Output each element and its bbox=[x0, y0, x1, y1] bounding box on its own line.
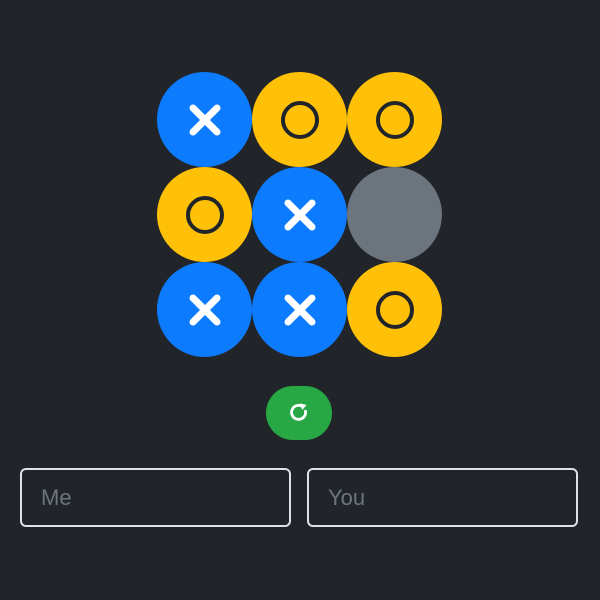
board-cell-x[interactable] bbox=[157, 262, 252, 357]
board-cell-x[interactable] bbox=[252, 262, 347, 357]
board-cell-x[interactable] bbox=[157, 72, 252, 167]
game-page bbox=[0, 0, 600, 600]
o-mark-icon bbox=[375, 290, 414, 329]
o-mark-icon bbox=[375, 100, 414, 139]
board-cell-o[interactable] bbox=[252, 72, 347, 167]
game-board bbox=[157, 72, 442, 357]
reset-button[interactable] bbox=[266, 386, 332, 440]
player1-name-input[interactable] bbox=[20, 468, 291, 527]
board-cell-o[interactable] bbox=[347, 262, 442, 357]
board-cell-o[interactable] bbox=[347, 72, 442, 167]
x-mark-icon bbox=[283, 293, 317, 327]
board-cell-o[interactable] bbox=[157, 167, 252, 262]
refresh-icon bbox=[287, 400, 311, 427]
o-mark-icon bbox=[280, 100, 319, 139]
board-cell-x[interactable] bbox=[252, 167, 347, 262]
board-cell-empty[interactable] bbox=[347, 167, 442, 262]
x-mark-icon bbox=[188, 103, 222, 137]
x-mark-icon bbox=[283, 198, 317, 232]
o-mark-icon bbox=[185, 195, 224, 234]
x-mark-icon bbox=[188, 293, 222, 327]
player2-name-input[interactable] bbox=[307, 468, 578, 527]
